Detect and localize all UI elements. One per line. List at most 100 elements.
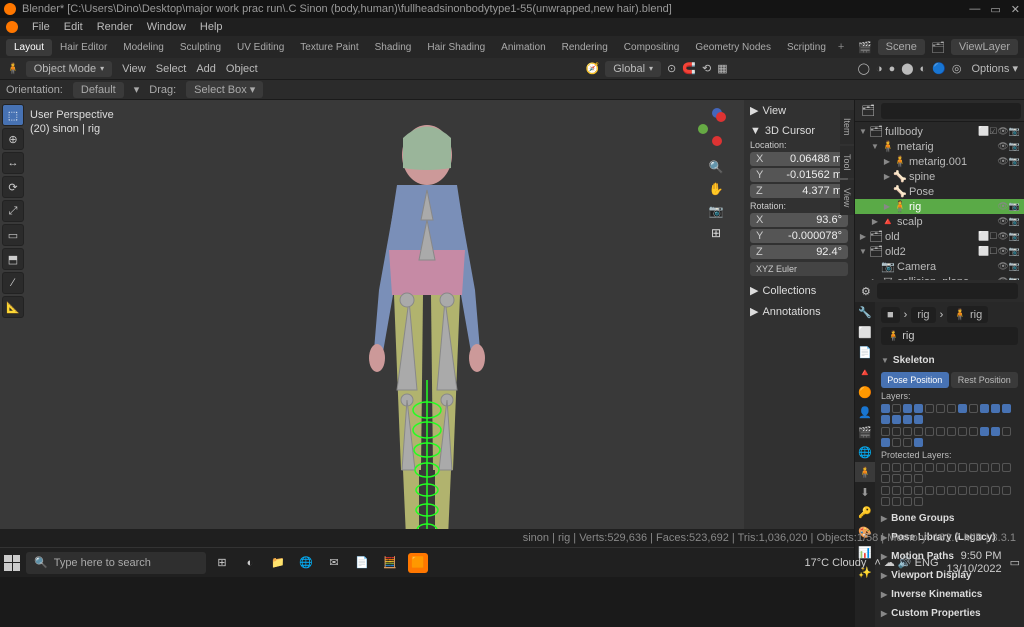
shading-rendered-icon[interactable]: ⬤ [901, 62, 913, 75]
tab-compositing[interactable]: Compositing [616, 39, 688, 56]
rot-x[interactable]: X93.6° [750, 213, 848, 227]
annotations-header[interactable]: Annotations [762, 306, 820, 318]
blender-taskbar-icon[interactable]: 🟧 [408, 553, 428, 573]
maximize-button[interactable]: ▭ [990, 3, 1000, 16]
armature-name-field[interactable]: 🧍 rig [881, 327, 1018, 345]
property-tab[interactable]: 🔧 [855, 302, 875, 322]
protected-layers[interactable] [881, 463, 1018, 483]
viewport-gizmo[interactable]: 🔍 ✋ 📷 ⊞ [694, 108, 738, 242]
property-tab[interactable]: 🔺 [855, 362, 875, 382]
tab-rendering[interactable]: Rendering [554, 39, 616, 56]
menu-select[interactable]: Select [156, 63, 187, 75]
mode-selector[interactable]: Object Mode ▾ [26, 61, 112, 77]
transform-orientation[interactable]: Global ▾ [605, 61, 661, 77]
outliner-node[interactable]: ▶🧍metarig.001👁📷 [855, 154, 1024, 169]
taskbar-search[interactable]: 🔍 Type here to search [26, 552, 206, 574]
tab-modeling[interactable]: Modeling [115, 39, 172, 56]
cortana-icon[interactable]: ◐ [240, 553, 260, 573]
tool-add[interactable]: 📐 [2, 296, 24, 318]
menu-render[interactable]: Render [97, 21, 133, 33]
close-button[interactable]: ✕ [1011, 3, 1020, 16]
explorer-icon[interactable]: 📁 [268, 553, 288, 573]
perspective-icon[interactable]: ⊞ [707, 224, 725, 242]
tool-cursor[interactable]: ⊕ [2, 128, 24, 150]
outliner-mode-icon[interactable]: 🗂 [861, 104, 875, 117]
camera-icon[interactable]: 📷 [707, 202, 725, 220]
tab-texture-paint[interactable]: Texture Paint [292, 39, 366, 56]
browser-icon[interactable]: 🌐 [296, 553, 316, 573]
options-dropdown[interactable]: Options ▾ [972, 62, 1019, 75]
tool-select-box[interactable]: ⬚ [2, 104, 24, 126]
outliner-node[interactable]: ▼🧍metarig👁📷 [855, 139, 1024, 154]
tab-animation[interactable]: Animation [493, 39, 553, 56]
pivot-icon[interactable]: ⊙ [667, 62, 676, 75]
add-workspace-button[interactable]: + [838, 41, 844, 53]
shading-matcap-icon[interactable]: ● [889, 63, 896, 75]
menu-object[interactable]: Object [226, 63, 258, 75]
grid-icon[interactable]: ▦ [717, 62, 727, 75]
tab-sculpting[interactable]: Sculpting [172, 39, 229, 56]
outliner-search[interactable] [881, 103, 1021, 119]
view-header[interactable]: View [762, 105, 786, 117]
orientation-value[interactable]: Default [73, 82, 124, 98]
custom-properties-panel[interactable]: Custom Properties [881, 604, 1018, 623]
property-tab[interactable]: ⬇ [855, 482, 875, 502]
properties-search[interactable] [877, 283, 1018, 299]
outliner-node[interactable]: 🦴Pose [855, 184, 1024, 199]
viewlayer-selector[interactable]: ViewLayer [951, 39, 1018, 55]
collections-header[interactable]: Collections [762, 285, 816, 297]
tab-uv-editing[interactable]: UV Editing [229, 39, 292, 56]
skeleton-panel[interactable]: Skeleton [881, 351, 1018, 370]
menu-window[interactable]: Window [147, 21, 186, 33]
shading-solid-icon[interactable]: ◑ [876, 63, 883, 75]
nav-gizmo[interactable] [694, 108, 738, 152]
property-tab[interactable]: 📄 [855, 342, 875, 362]
property-tab[interactable]: 🧍 [855, 462, 875, 482]
task-view-icon[interactable]: ⊞ [212, 553, 232, 573]
xray-icon[interactable]: 🔵 [932, 62, 946, 75]
tab-geometry-nodes[interactable]: Geometry Nodes [687, 39, 779, 56]
tool-measure[interactable]: ∕ [2, 272, 24, 294]
clock[interactable]: 9:50 PM 13/10/2022 [947, 550, 1002, 574]
tool-annotate[interactable]: ⬒ [2, 248, 24, 270]
cursor-header[interactable]: 3D Cursor [765, 125, 815, 137]
outliner-node[interactable]: ▼🗂old2⬜☐👁📷 [855, 244, 1024, 259]
outliner-node[interactable]: ▶🔺scalp👁📷 [855, 214, 1024, 229]
outliner-node[interactable]: ▶🧍rig👁📷 [855, 199, 1024, 214]
tab-hair-editor[interactable]: Hair Editor [52, 39, 115, 56]
menu-help[interactable]: Help [200, 21, 223, 33]
bone-groups-panel[interactable]: Bone Groups [881, 509, 1018, 528]
shading-mode-icon[interactable]: ◎ [952, 62, 962, 75]
armature-layers[interactable] [881, 404, 1018, 424]
tool-rotate[interactable]: ⟳ [2, 176, 24, 198]
tool-transform[interactable]: ▭ [2, 224, 24, 246]
property-tab[interactable]: 🔑 [855, 502, 875, 522]
property-tab[interactable]: 👤 [855, 402, 875, 422]
bc-scene[interactable]: ■ [881, 307, 900, 323]
cursor-x[interactable]: X0.06488 m [750, 152, 848, 166]
cursor-z[interactable]: Z4.377 m [750, 184, 848, 198]
property-tab[interactable]: ⬜ [855, 322, 875, 342]
app2-icon[interactable]: 🧮 [380, 553, 400, 573]
outliner-node[interactable]: ▼🗂fullbody⬜☑👁📷 [855, 124, 1024, 139]
tool-scale[interactable]: ⤢ [2, 200, 24, 222]
n-tab-tool[interactable]: Tool [840, 146, 854, 179]
outliner-node[interactable]: ▶🗂old⬜☐👁📷 [855, 229, 1024, 244]
proportional-icon[interactable]: ⟲ [702, 62, 711, 75]
tool-move[interactable]: ↔ [2, 152, 24, 174]
menu-file[interactable]: File [32, 21, 50, 33]
menu-add[interactable]: Add [196, 63, 216, 75]
rest-position-button[interactable]: Rest Position [951, 372, 1019, 388]
system-tray[interactable]: ˄ ☁ 🔊 ENG [874, 556, 938, 569]
bc-data[interactable]: 🧍 rig [947, 306, 988, 323]
overlay-icon[interactable]: ◐ [920, 63, 927, 75]
rot-y[interactable]: Y-0.000078° [750, 229, 848, 243]
pan-icon[interactable]: ✋ [707, 180, 725, 198]
property-tab[interactable]: 🟠 [855, 382, 875, 402]
menu-view[interactable]: View [122, 63, 146, 75]
n-tab-view[interactable]: View [840, 180, 854, 215]
bc-object[interactable]: rig [911, 307, 935, 323]
rotation-mode[interactable]: XYZ Euler [750, 262, 848, 276]
windows-start-button[interactable] [4, 555, 20, 571]
scene-selector[interactable]: Scene [878, 39, 925, 55]
